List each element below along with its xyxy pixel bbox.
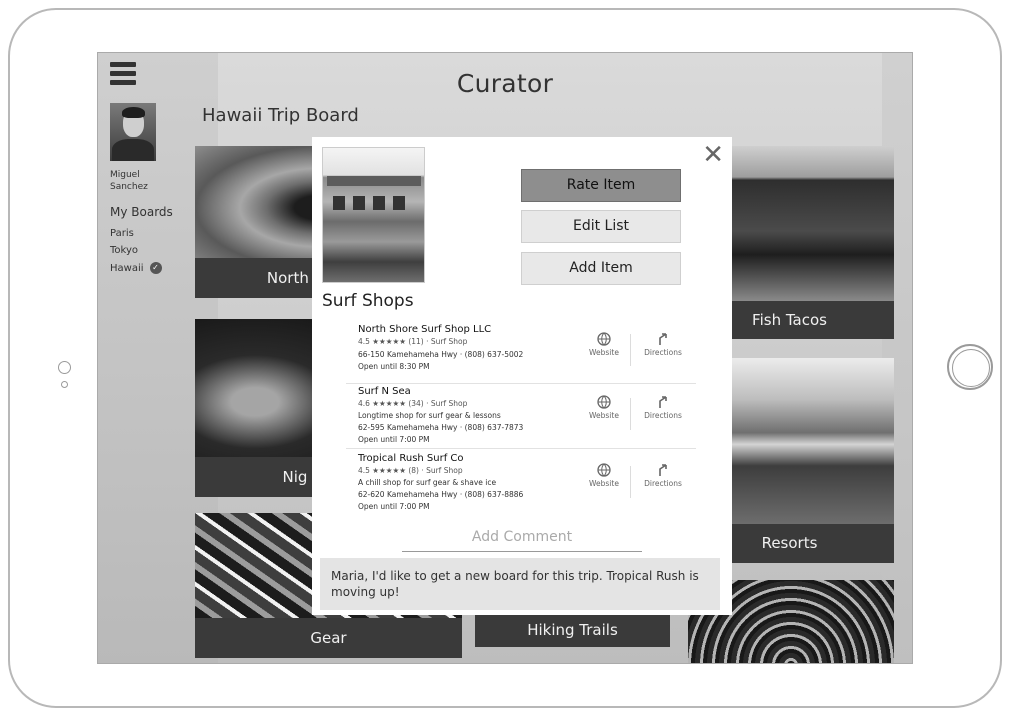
user-name: Miguel Sanchez [110,170,148,192]
listing-address: 62-595 Kamehameha Hwy · (808) 637-7873 [358,423,524,432]
store-photo [322,147,425,283]
close-icon[interactable]: ✕ [702,142,724,168]
globe-icon [597,332,611,346]
card-label: Gear [195,618,462,658]
website-button[interactable]: Website [581,395,627,420]
listing-address: 66-150 Kamehameha Hwy · (808) 637-5002 [358,350,524,359]
edit-list-button[interactable]: Edit List [521,210,681,243]
sidebar-item-tokyo[interactable]: Tokyo [110,245,138,256]
directions-icon [659,396,667,408]
card-hiking-trails[interactable]: Hiking Trails [475,613,670,647]
listing-address: 62-620 Kamehameha Hwy · (808) 637-8886 [358,490,524,499]
board-title: Hawaii Trip Board [202,105,359,126]
add-item-button[interactable]: Add Item [521,252,681,285]
list-item[interactable]: Surf N Sea 4.6 ★★★★★ (34) · Surf Shop Lo… [346,382,696,449]
sidebar-item-paris[interactable]: Paris [110,228,134,239]
directions-icon [659,333,667,345]
camera-icon [58,361,71,374]
directions-button[interactable]: Directions [640,332,686,357]
listing-name: North Shore Surf Shop LLC [358,324,492,335]
list-item[interactable]: Tropical Rush Surf Co 4.5 ★★★★★ (8) · Su… [346,449,696,517]
add-comment-input[interactable]: Add Comment [402,529,642,545]
list-item[interactable]: North Shore Surf Shop LLC 4.5 ★★★★★ (11)… [346,320,696,384]
listing-name: Tropical Rush Surf Co [358,453,464,464]
directions-label: Directions [644,348,682,357]
globe-icon [597,463,611,477]
listing-rating: 4.5 ★★★★★ (8) · Surf Shop [358,466,463,475]
home-button[interactable] [947,344,993,390]
avatar[interactable] [110,103,156,161]
check-icon: ✓ [149,262,162,274]
sidebar-item-hawaii[interactable]: Hawaii ✓ [110,262,162,274]
directions-button[interactable]: Directions [640,395,686,420]
comment-text: Maria, I'd like to get a new board for t… [320,558,720,610]
website-button[interactable]: Website [581,332,627,357]
directions-label: Directions [644,411,682,420]
sidebar-item-label: Hawaii [110,263,144,274]
sensor-icon [61,381,68,388]
app-screen: Curator Hawaii Trip Board Miguel Sanchez… [97,52,913,664]
item-modal: ✕ Rate Item Edit List Add Item Surf Shop… [312,137,732,615]
my-boards-heading: My Boards [110,205,173,219]
directions-icon [659,464,667,476]
app-title: Curator [456,69,554,98]
website-label: Website [589,411,619,420]
comment-underline [402,551,642,552]
website-button[interactable]: Website [581,463,627,488]
listing-hours: Open until 7:00 PM [358,435,430,444]
website-label: Website [589,348,619,357]
card-label: Hiking Trails [475,613,670,647]
website-label: Website [589,479,619,488]
listing-description: A chill shop for surf gear & shave ice [358,478,497,487]
directions-button[interactable]: Directions [640,463,686,488]
directions-label: Directions [644,479,682,488]
listing-description: Longtime shop for surf gear & lessons [358,411,501,420]
globe-icon [597,395,611,409]
listing-rating: 4.5 ★★★★★ (11) · Surf Shop [358,337,468,346]
listing-rating: 4.6 ★★★★★ (34) · Surf Shop [358,399,468,408]
rate-item-button[interactable]: Rate Item [521,169,681,202]
list-title: Surf Shops [322,291,414,311]
listing-name: Surf N Sea [358,386,411,397]
listing-hours: Open until 7:00 PM [358,502,430,511]
listing-hours: Open until 8:30 PM [358,362,430,371]
